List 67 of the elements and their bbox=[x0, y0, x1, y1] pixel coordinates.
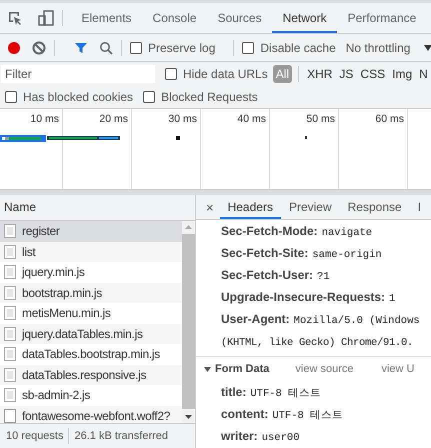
header-name: Sec-Fetch-Mode: bbox=[221, 224, 318, 238]
request-name[interactable]: dataTables.bootstrap.min.js bbox=[22, 347, 160, 362]
close-button[interactable]: × bbox=[196, 200, 220, 214]
type-filter[interactable]: CSS bbox=[357, 65, 388, 83]
header-value: ?1 bbox=[317, 271, 330, 283]
header-value: Mozilla/5.0 (Windows bbox=[294, 315, 420, 327]
panel-tab[interactable]: Sources bbox=[207, 3, 272, 33]
detail-tab[interactable]: Preview bbox=[280, 195, 340, 219]
panel-tab[interactable]: Elements bbox=[71, 3, 142, 33]
request-name[interactable]: jquery.min.js bbox=[22, 265, 85, 280]
header-value: same-origin bbox=[312, 249, 382, 261]
header-name: User-Agent: bbox=[221, 312, 290, 326]
detail-tab[interactable]: I bbox=[410, 195, 430, 219]
checkbox-label[interactable]: Blocked Requests bbox=[161, 90, 258, 104]
throttling-dropdown[interactable]: No throttling bbox=[346, 40, 410, 54]
request-row[interactable]: fontawesome-webfont.woff2? bbox=[0, 406, 182, 423]
tick-label: 10 ms bbox=[30, 113, 59, 125]
request-row[interactable]: jquery.dataTables.min.js bbox=[0, 324, 182, 344]
panel-tab[interactable]: Performance bbox=[337, 3, 427, 33]
request-name[interactable]: dataTables.responsive.js bbox=[22, 368, 146, 382]
field-value: user00 bbox=[262, 432, 300, 444]
tick-label: 50 ms bbox=[306, 113, 335, 125]
checkbox-label[interactable]: Hide data URLs bbox=[183, 67, 268, 81]
tick-label: 30 ms bbox=[168, 113, 197, 125]
request-row[interactable]: register bbox=[0, 221, 182, 242]
request-count: 10 requests bbox=[6, 430, 64, 442]
field-name: content: bbox=[221, 407, 268, 421]
panel-tab[interactable]: Network bbox=[272, 3, 338, 33]
request-name[interactable]: bootstrap.min.js bbox=[22, 286, 102, 300]
field-name: title: bbox=[221, 385, 246, 399]
request-name[interactable]: fontawesome-webfont.woff2? bbox=[22, 408, 170, 423]
request-row[interactable]: list bbox=[0, 242, 182, 262]
column-header[interactable]: Name bbox=[0, 195, 195, 221]
filter-field[interactable]: Filter bbox=[1, 65, 155, 83]
header-name: Sec-Fetch-Site: bbox=[221, 246, 308, 260]
transferred-size: 26.1 kB transferred bbox=[74, 430, 168, 442]
request-name[interactable]: metisMenu.min.js bbox=[22, 306, 111, 320]
checkbox-label[interactable]: Has blocked cookies bbox=[23, 90, 134, 104]
header-value: navigate bbox=[322, 227, 372, 239]
header-value: (KHTML, like Gecko) Chrome/91.0. bbox=[221, 337, 414, 349]
tick-label: 20 ms bbox=[99, 113, 128, 125]
request-row[interactable]: dataTables.responsive.js bbox=[0, 364, 182, 385]
type-filter[interactable]: Img bbox=[389, 65, 416, 83]
request-name[interactable]: register bbox=[22, 224, 60, 238]
type-filter[interactable]: N bbox=[416, 65, 431, 83]
type-filter[interactable]: JS bbox=[336, 65, 356, 83]
detail-tab[interactable]: Headers bbox=[220, 195, 281, 219]
panel-tab[interactable]: Console bbox=[142, 3, 208, 33]
tick-label: 60 ms bbox=[375, 113, 404, 125]
tick-label: 40 ms bbox=[237, 113, 266, 125]
view-link[interactable]: view U bbox=[381, 363, 414, 375]
request-name[interactable]: list bbox=[22, 244, 36, 259]
header-value: 1 bbox=[389, 293, 396, 305]
checkbox-label[interactable]: Preserve log bbox=[148, 40, 216, 54]
request-name[interactable]: sb-admin-2.js bbox=[22, 388, 90, 402]
header-name: Upgrade-Insecure-Requests: bbox=[221, 290, 386, 304]
field-value: UTF-8 테스트 bbox=[272, 410, 344, 422]
view-link[interactable]: view source bbox=[295, 363, 354, 375]
header-name: Sec-Fetch-User: bbox=[221, 268, 314, 282]
checkbox-label[interactable]: Disable cache bbox=[260, 40, 336, 54]
request-name[interactable]: jquery.dataTables.min.js bbox=[22, 326, 143, 341]
field-value: UTF-8 테스트 bbox=[250, 388, 322, 400]
section-title[interactable]: Form Data bbox=[215, 363, 270, 375]
type-filter[interactable]: XHR bbox=[304, 65, 336, 83]
request-row[interactable]: bootstrap.min.js bbox=[0, 282, 182, 303]
field-name: writer: bbox=[221, 429, 258, 443]
detail-tab[interactable]: Response bbox=[340, 195, 410, 219]
